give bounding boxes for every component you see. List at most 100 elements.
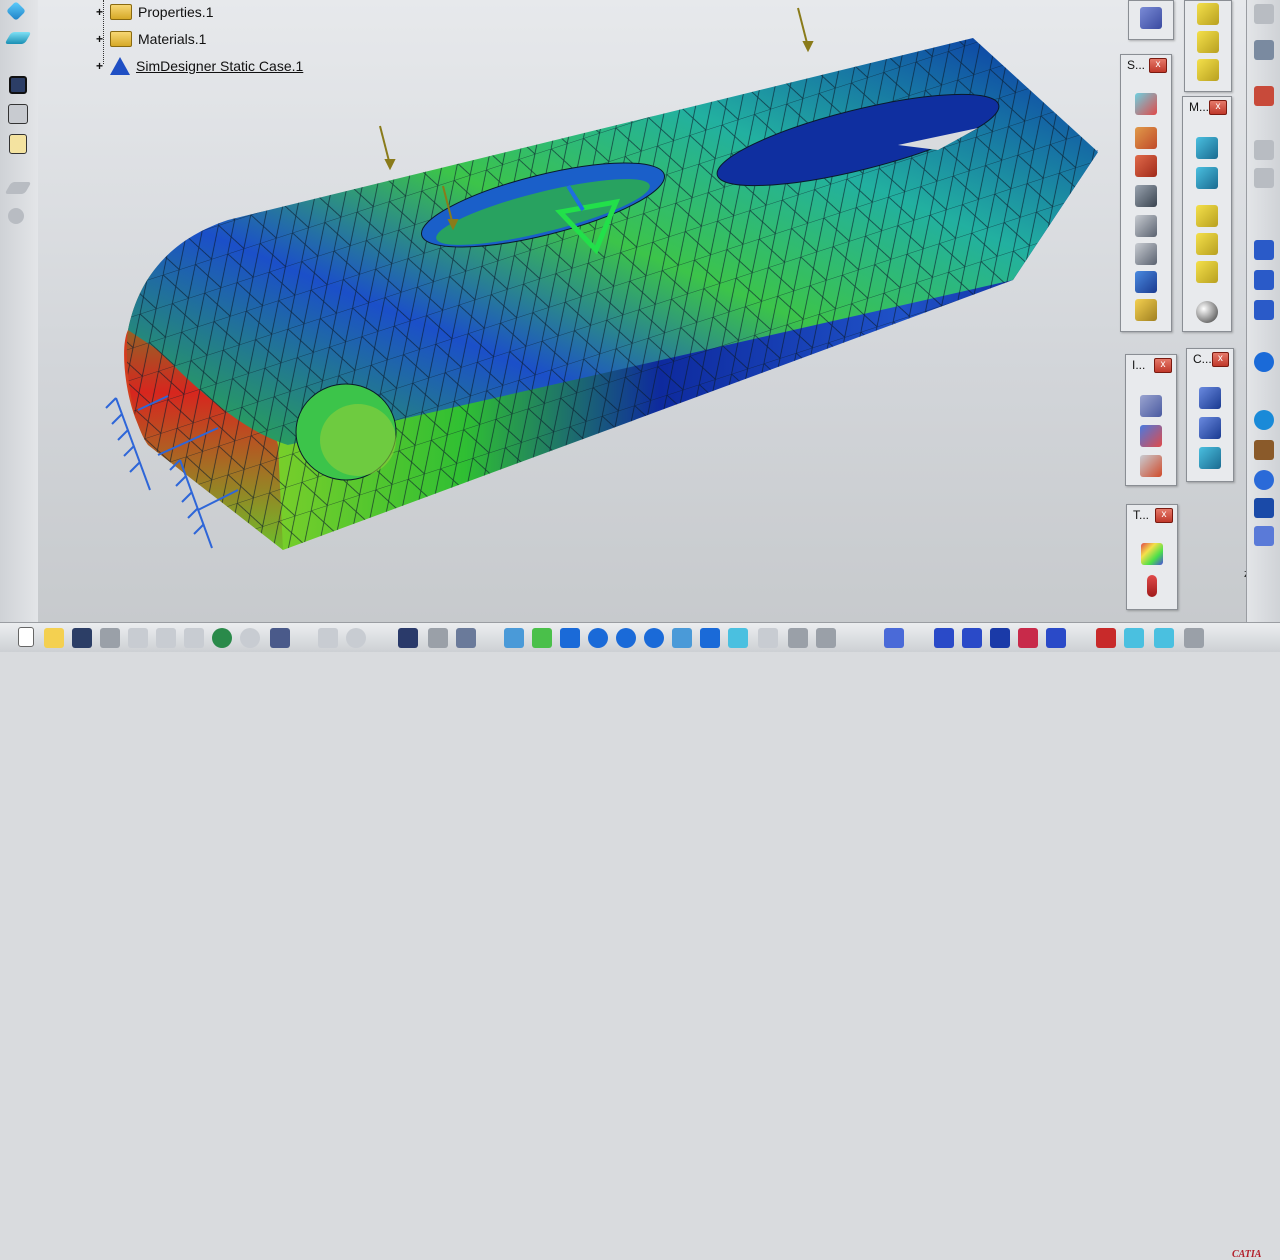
sphere-icon[interactable]	[1196, 301, 1218, 323]
run-icon[interactable]	[1096, 628, 1116, 648]
paste-icon[interactable]	[184, 628, 204, 648]
sim-alt-icon[interactable]	[1154, 628, 1174, 648]
panel-title-bar[interactable]: T... x	[1127, 505, 1177, 525]
surface-icon[interactable]	[4, 182, 32, 194]
tree-icon[interactable]	[884, 628, 904, 648]
close-button[interactable]: x	[1209, 99, 1227, 115]
yellow-layer-icon[interactable]	[1197, 3, 1219, 25]
screen-icon[interactable]	[816, 628, 836, 648]
table-icon[interactable]	[398, 628, 418, 648]
comment-icon[interactable]	[346, 628, 366, 648]
document-icon[interactable]	[9, 134, 27, 154]
tree-item-materials[interactable]: + Materials.1	[96, 28, 206, 50]
tool-icon[interactable]	[1254, 4, 1274, 24]
link-icon[interactable]	[990, 628, 1010, 648]
query-icon[interactable]	[1046, 628, 1066, 648]
tool-icon[interactable]	[1254, 352, 1274, 372]
tool-icon[interactable]	[1254, 86, 1274, 106]
analysis-icon[interactable]	[1140, 7, 1162, 29]
clipping-box-icon[interactable]	[1199, 387, 1221, 409]
help-icon[interactable]	[270, 628, 290, 648]
zoom-in-icon[interactable]	[616, 628, 636, 648]
expand-icon[interactable]: +	[96, 6, 106, 18]
table-icon[interactable]	[1135, 215, 1157, 237]
inspect-icon[interactable]	[1140, 395, 1162, 417]
save-icon[interactable]	[72, 628, 92, 648]
cube-view-icon[interactable]	[1199, 417, 1221, 439]
yellow-layer-icon[interactable]	[1197, 59, 1219, 81]
tool-icon[interactable]	[1254, 270, 1274, 290]
zoom-out-icon[interactable]	[644, 628, 664, 648]
normal-view-icon[interactable]	[672, 628, 692, 648]
tool-icon[interactable]	[1254, 498, 1274, 518]
copy-icon[interactable]	[156, 628, 176, 648]
plane-icon[interactable]	[4, 32, 32, 44]
force-icon[interactable]	[1135, 155, 1157, 177]
fem-mesh-model[interactable]	[38, 0, 1246, 622]
folder-tool-icon[interactable]	[1135, 299, 1157, 321]
lock-icon[interactable]	[428, 628, 448, 648]
shell-icon[interactable]	[1196, 233, 1218, 255]
tree-item-properties[interactable]: + Properties.1	[96, 1, 213, 23]
stress-icon[interactable]	[1018, 628, 1038, 648]
measure-icon[interactable]	[1140, 425, 1162, 447]
cursor-icon[interactable]	[1184, 628, 1204, 648]
save-icon[interactable]	[9, 76, 27, 94]
swap-icon[interactable]	[788, 628, 808, 648]
tree-item-static-case[interactable]: + SimDesigner Static Case.1	[96, 55, 303, 77]
plane-section-icon[interactable]	[1199, 447, 1221, 469]
tools-icon[interactable]	[8, 208, 24, 224]
tool-icon[interactable]	[1254, 526, 1274, 546]
tool-icon[interactable]	[1254, 240, 1274, 260]
panel-title-bar[interactable]: M... x	[1183, 97, 1231, 117]
tool-icon[interactable]	[1254, 40, 1274, 60]
close-button[interactable]: x	[1155, 507, 1173, 523]
3d-viewport[interactable]: + Properties.1 + Materials.1 + SimDesign…	[38, 0, 1246, 622]
panel-title-bar[interactable]: C... x	[1187, 349, 1233, 369]
print-icon[interactable]	[100, 628, 120, 648]
iso-view-icon[interactable]	[728, 628, 748, 648]
fly-icon[interactable]	[504, 628, 524, 648]
mesh-tetra-icon[interactable]	[1196, 137, 1218, 159]
undo-icon[interactable]	[212, 628, 232, 648]
hide-show-icon[interactable]	[758, 628, 778, 648]
yellow-layer-icon[interactable]	[1197, 31, 1219, 53]
load-icon[interactable]	[1135, 127, 1157, 149]
formula-icon[interactable]	[318, 628, 338, 648]
redo-icon[interactable]	[240, 628, 260, 648]
panel-title-bar[interactable]: I... x	[1126, 355, 1176, 375]
connection-icon[interactable]	[1135, 185, 1157, 207]
tree-settings-icon[interactable]	[8, 104, 28, 124]
sim-icon[interactable]	[1124, 628, 1144, 648]
expand-icon[interactable]: +	[96, 60, 106, 72]
new-icon[interactable]	[18, 627, 34, 647]
open-icon[interactable]	[44, 628, 64, 648]
thermometer-icon[interactable]	[1147, 575, 1157, 597]
fit-all-icon[interactable]	[532, 628, 552, 648]
close-button[interactable]: x	[1154, 357, 1172, 373]
tool-icon[interactable]	[1254, 168, 1274, 188]
cube-icon[interactable]	[962, 628, 982, 648]
tool-icon[interactable]	[1254, 410, 1274, 430]
report-icon[interactable]	[1135, 243, 1157, 265]
rotate-icon[interactable]	[588, 628, 608, 648]
knowledge-icon[interactable]	[456, 628, 476, 648]
close-button[interactable]: x	[1211, 351, 1229, 367]
camera-icon[interactable]	[1135, 271, 1157, 293]
sketch-pen-icon[interactable]	[6, 1, 26, 21]
section-icon[interactable]	[1140, 455, 1162, 477]
cut-icon[interactable]	[128, 628, 148, 648]
solid-cube-icon[interactable]	[1196, 205, 1218, 227]
tool-icon[interactable]	[1254, 140, 1274, 160]
mesh-tetra-alt-icon[interactable]	[1196, 167, 1218, 189]
tool-icon[interactable]	[1254, 470, 1274, 490]
multi-view-icon[interactable]	[700, 628, 720, 648]
restraint-icon[interactable]	[1135, 93, 1157, 115]
tool-icon[interactable]	[1254, 440, 1274, 460]
stress-display-icon[interactable]	[1141, 543, 1163, 565]
panel-title-bar[interactable]: S... x	[1121, 55, 1171, 75]
close-button[interactable]: x	[1149, 57, 1167, 73]
tool-icon[interactable]	[1254, 300, 1274, 320]
pan-icon[interactable]	[560, 628, 580, 648]
layer-stack-icon[interactable]	[1196, 261, 1218, 283]
